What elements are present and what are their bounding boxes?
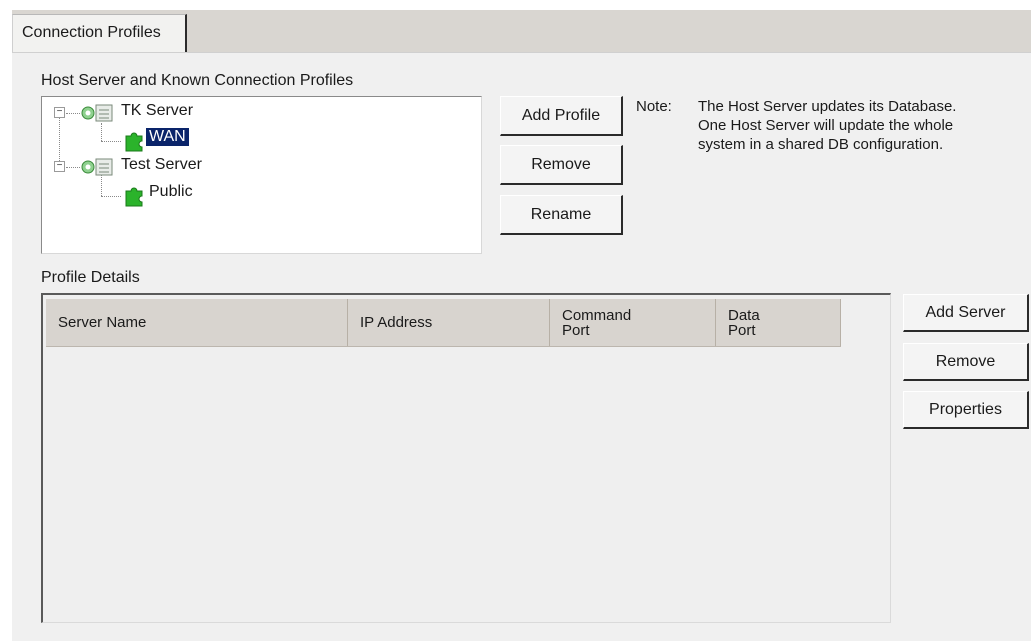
tree-connector-line [59,117,60,161]
column-data-port-label-line-1: Data [728,306,760,324]
collapse-icon[interactable]: − [54,107,65,118]
column-data-port-label-line-2: Port [728,321,756,339]
column-command-port-label-line-2: Port [562,321,590,339]
profile-puzzle-icon [125,187,143,207]
tab-connection-profiles[interactable]: Connection Profiles [12,14,187,52]
host-server-section-label: Host Server and Known Connection Profile… [41,72,354,89]
column-ip-address-label: IP Address [360,314,433,331]
server-node-icon [81,104,113,122]
column-server-name-label: Server Name [58,314,147,331]
add-profile-button[interactable]: Add Profile [500,96,623,136]
profile-puzzle-icon [125,132,143,152]
column-data-port[interactable]: Data Port [716,299,841,346]
properties-button[interactable]: Properties [903,391,1029,429]
server-node-icon [81,158,113,176]
tree-node-test-server[interactable]: Test Server [121,156,202,174]
tree-node-wan[interactable]: WAN [146,128,189,146]
collapse-icon[interactable]: − [54,161,65,172]
tree-node-tk-server[interactable]: TK Server [121,102,193,120]
note-text-line-3: system in a shared DB configuration. [698,136,944,153]
server-list-header: Server Name IP Address Command Port Data… [46,299,841,347]
column-command-port-label-line-1: Command [562,306,632,324]
note-label: Note: [636,98,672,115]
column-ip-address[interactable]: IP Address [348,299,550,346]
column-command-port[interactable]: Command Port [550,299,716,346]
column-server-name[interactable]: Server Name [46,299,348,346]
remove-server-button[interactable]: Remove [903,343,1029,381]
tree-connector-line [101,123,102,141]
tree-connector-line [66,167,80,168]
profile-details-label: Profile Details [41,269,140,286]
tree-connector-line [101,141,121,142]
tree-node-public[interactable]: Public [149,183,193,201]
server-list[interactable]: Server Name IP Address Command Port Data… [41,293,891,623]
tree-connector-line [101,196,121,197]
remove-profile-button[interactable]: Remove [500,145,623,185]
note-text-line-2: One Host Server will update the whole [698,117,954,134]
tree-connector-line [66,113,80,114]
rename-profile-button[interactable]: Rename [500,195,623,235]
profile-tree[interactable]: − TK Server WAN − Test Server Public [41,96,482,254]
note-text-line-1: The Host Server updates its Database. [698,98,957,115]
add-server-button[interactable]: Add Server [903,294,1029,332]
